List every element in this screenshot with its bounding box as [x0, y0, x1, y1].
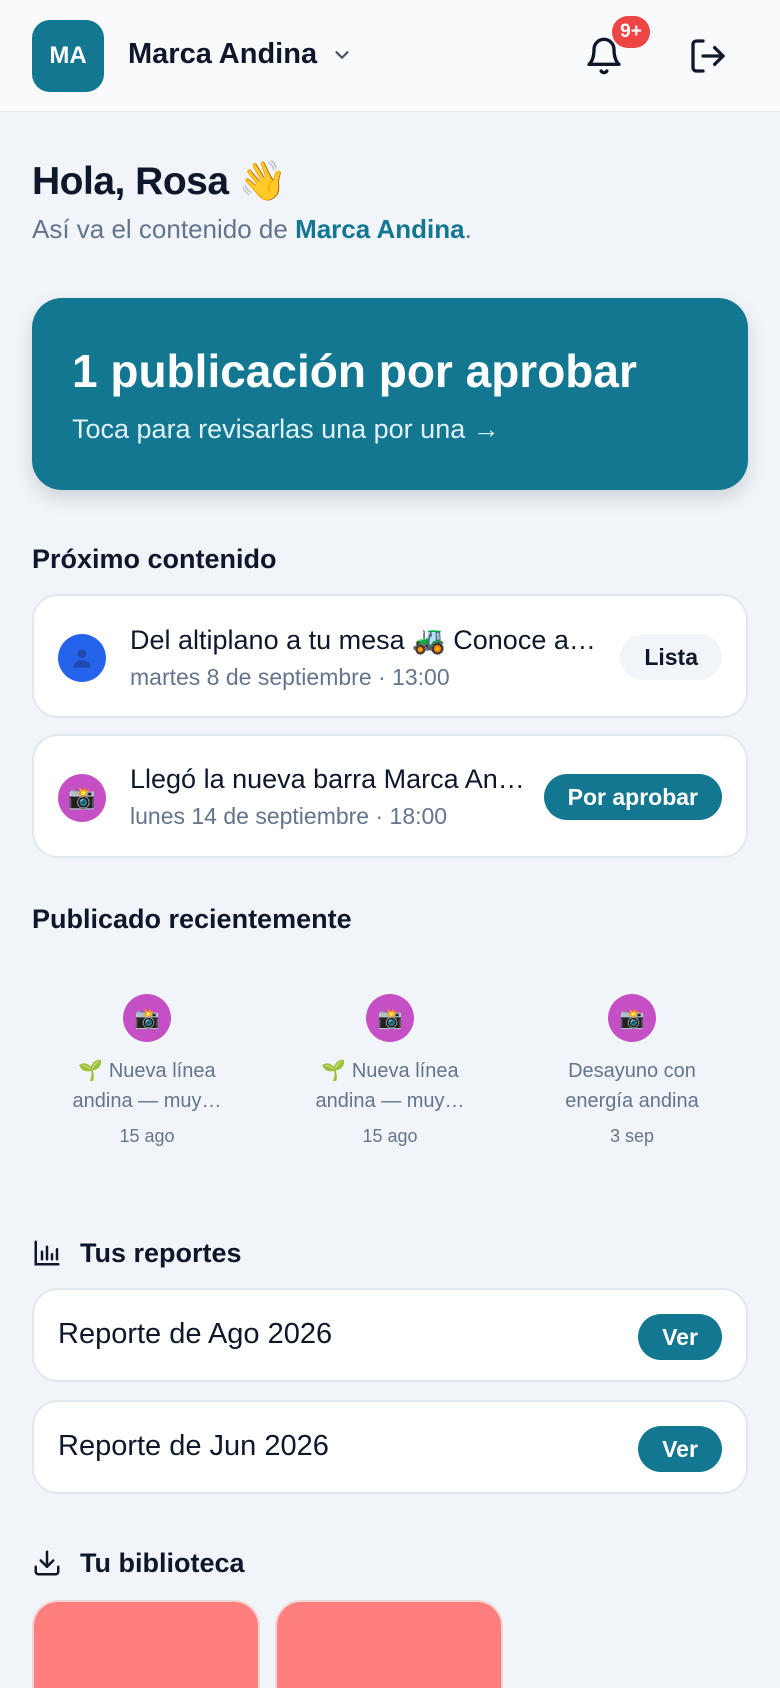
approve-button[interactable]: Por aprobar — [543, 774, 722, 820]
brand-logo[interactable]: MA — [32, 20, 104, 92]
recent-caption: Desayuno con energía andina 🌄… — [565, 1060, 699, 1112]
library-item[interactable] — [32, 1600, 260, 1688]
report-label: Reporte de Jun 2026 — [58, 1430, 329, 1462]
post-title: Llegó la nueva barra Marca Andina — [130, 764, 530, 794]
subtitle-prefix: Así va el contenido de — [32, 214, 296, 244]
pending-approval-title: 1 publicación por aprobar — [72, 345, 637, 397]
post-text: Del altiplano a tu mesa 🚜 Conoce a nuest… — [130, 624, 602, 691]
recent-post[interactable]: 📸 🌱 Nueva línea andina — muy… 15 ago — [57, 994, 237, 1147]
recent-caption: 🌱 Nueva línea andina — muy… — [72, 1060, 222, 1112]
brand-switcher[interactable]: Marca Andina — [128, 38, 353, 71]
camera-icon: 📸 — [366, 994, 414, 1042]
camera-icon: 📸 — [608, 994, 656, 1042]
post-text: Llegó la nueva barra Marca Andina lunes … — [130, 764, 530, 830]
post-avatar: 📸 — [58, 774, 106, 822]
recent-date: 15 ago — [119, 1126, 175, 1146]
recent-date: 15 ago — [362, 1126, 418, 1146]
recent-post[interactable]: 📸 🌱 Nueva línea andina — muy… 15 ago — [300, 994, 480, 1147]
recent-post[interactable]: 📸 Desayuno con energía andina 🌄… 3 sep — [542, 994, 722, 1147]
greeting-subtitle: Así va el contenido de Marca Andina. — [32, 214, 472, 245]
pending-approval-subtitle: Toca para revisarlas una por una → — [72, 414, 500, 444]
upcoming-section-title: Próximo contenido — [32, 544, 277, 574]
recent-section-title: Publicado recientemente — [32, 904, 352, 934]
subtitle-suffix: . — [464, 214, 472, 244]
library-item[interactable] — [275, 1600, 503, 1688]
view-report-button[interactable]: Ver — [638, 1314, 722, 1360]
camera-icon: 📸 — [123, 994, 171, 1042]
upcoming-post-card[interactable]: Del altiplano a tu mesa 🚜 Conoce a nuest… — [32, 594, 748, 718]
post-title: Del altiplano a tu mesa 🚜 Conoce a nuest… — [130, 625, 602, 655]
upcoming-post-card[interactable]: 📸 Llegó la nueva barra Marca Andina lune… — [32, 734, 748, 858]
recent-caption: 🌱 Nueva línea andina — muy… — [315, 1060, 465, 1112]
logout-icon[interactable] — [688, 36, 728, 76]
view-report-button[interactable]: Ver — [638, 1426, 722, 1472]
bar-chart-icon — [34, 1240, 60, 1266]
post-date: martes 8 de septiembre · 13:00 — [130, 664, 450, 690]
notifications-badge: 9+ — [612, 16, 650, 48]
user-icon — [73, 649, 91, 668]
pending-approval-card[interactable]: 1 publicación por aprobar Toca para revi… — [32, 298, 748, 490]
camera-icon: 📸 — [68, 785, 96, 810]
post-avatar — [58, 634, 106, 682]
subtitle-brand: Marca Andina — [295, 214, 465, 244]
report-card[interactable]: Reporte de Jun 2026 Ver — [32, 1400, 748, 1494]
report-label: Reporte de Ago 2026 — [58, 1318, 333, 1350]
download-icon — [34, 1550, 60, 1576]
reports-section-title: Tus reportes — [80, 1238, 242, 1268]
recent-date: 3 sep — [609, 1126, 655, 1146]
status-badge: Lista — [620, 634, 722, 680]
library-section-title: Tu biblioteca — [80, 1548, 245, 1578]
chevron-down-icon — [335, 50, 349, 59]
report-card[interactable]: Reporte de Ago 2026 Ver — [32, 1288, 748, 1382]
post-date: lunes 14 de septiembre · 18:00 — [130, 803, 448, 829]
greeting-title: Hola, Rosa 👋 — [32, 160, 287, 203]
brand-name: Marca Andina — [128, 38, 318, 70]
app-header: MA Marca Andina 9+ — [0, 0, 780, 112]
